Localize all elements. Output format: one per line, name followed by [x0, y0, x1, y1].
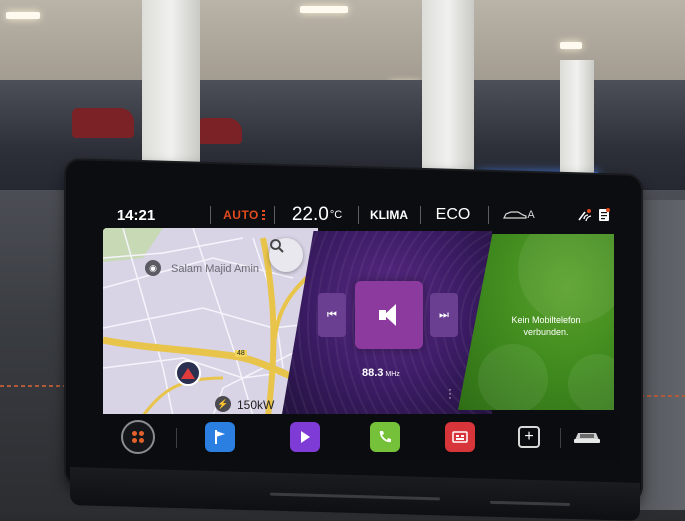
temperature-control[interactable]: 22.0 °C [282, 198, 352, 232]
divider [488, 206, 489, 224]
media-icon [301, 431, 310, 443]
phone-background-bubble [518, 234, 614, 324]
navigation-map[interactable]: ◉ Salam Majid Amin 48 ⚡ 150kW [103, 228, 318, 416]
car-icon [574, 433, 600, 443]
phone-background-bubble [478, 344, 548, 410]
chin-slot [490, 500, 570, 507]
showroom-car [198, 118, 242, 144]
previous-station-button[interactable]: ⏮ [318, 293, 346, 337]
radio-frequency: 88.3 MHz [362, 367, 400, 379]
dashboard-stitching [640, 395, 685, 397]
next-station-button[interactable]: ⏭ [430, 293, 458, 337]
dashboard-stitching [0, 385, 66, 387]
divider [210, 206, 211, 224]
divider [560, 428, 561, 448]
frequency-unit: MHz [385, 371, 400, 378]
previous-icon: ⏮ [327, 308, 337, 321]
speaker-icon [379, 304, 399, 326]
status-icons [570, 198, 616, 232]
charger-power-label: 150kW [237, 398, 275, 412]
pillar [560, 60, 594, 190]
auto-label: AUTO [223, 208, 259, 222]
eco-button[interactable]: ECO [428, 198, 478, 232]
media-app-button[interactable] [290, 422, 320, 452]
temperature-value: 22.0 [291, 204, 329, 225]
more-icon[interactable]: · · · [448, 383, 452, 403]
clock: 14:21 [116, 206, 156, 224]
app-dock: + [100, 414, 620, 462]
auto-level-icon [261, 209, 265, 221]
phone-status-text: Kein Mobiltelefon verbunden. [496, 314, 596, 338]
phone-status-line1: Kein Mobiltelefon [511, 315, 581, 325]
showroom-car [72, 108, 134, 138]
divider [420, 206, 421, 224]
navigation-icon [215, 430, 225, 444]
navigation-app-button[interactable] [205, 422, 235, 452]
media-radio-panel[interactable]: ⏮ ⏭ 88.3 MHz · · · [282, 231, 492, 414]
navigation-arrow-icon [175, 360, 201, 386]
radio-source-button[interactable] [355, 281, 423, 349]
add-icon: + [524, 428, 534, 445]
klima-button[interactable]: KLIMA [364, 198, 414, 232]
phone-app-button[interactable] [370, 422, 400, 452]
pillar [142, 0, 200, 175]
camera-poi-icon[interactable]: ◉ [145, 260, 161, 276]
map-search-button[interactable] [269, 238, 303, 272]
status-bar: 14:21 AUTO 22.0 °C KLIMA ECO A [100, 198, 620, 232]
home-menu-button[interactable] [121, 420, 155, 454]
add-shortcut-button[interactable]: + [518, 426, 540, 448]
app-icon [452, 431, 468, 443]
car-outline-icon [503, 211, 527, 219]
app-connect-button[interactable] [445, 422, 475, 452]
chin-slot [270, 492, 440, 501]
pillar [422, 0, 474, 190]
ceiling-light [6, 12, 40, 19]
vehicle-settings-button[interactable] [570, 422, 604, 452]
frequency-value: 88.3 [362, 367, 384, 379]
temperature-unit: °C [329, 209, 343, 221]
search-icon [270, 239, 284, 253]
ceiling-light [300, 6, 348, 13]
map-place-label: Salam Majid Amin [171, 263, 260, 275]
charger-icon[interactable]: ⚡ [215, 396, 231, 412]
phone-status-line2: verbunden. [523, 327, 569, 337]
divider [358, 206, 359, 224]
voice-signal-icon[interactable] [576, 208, 592, 222]
divider [176, 428, 177, 448]
menu-icon [132, 431, 144, 443]
notification-icon[interactable] [598, 208, 610, 222]
phone-background-bubble [568, 354, 614, 410]
drive-mode-label: A [527, 209, 535, 221]
phone-icon [379, 431, 391, 443]
drive-mode-button[interactable]: A [494, 198, 544, 232]
next-icon: ⏭ [439, 308, 449, 321]
climate-auto-button[interactable]: AUTO [218, 198, 270, 232]
ceiling-light [560, 42, 582, 49]
divider [274, 206, 275, 224]
route-number-label: 48 [235, 350, 247, 357]
